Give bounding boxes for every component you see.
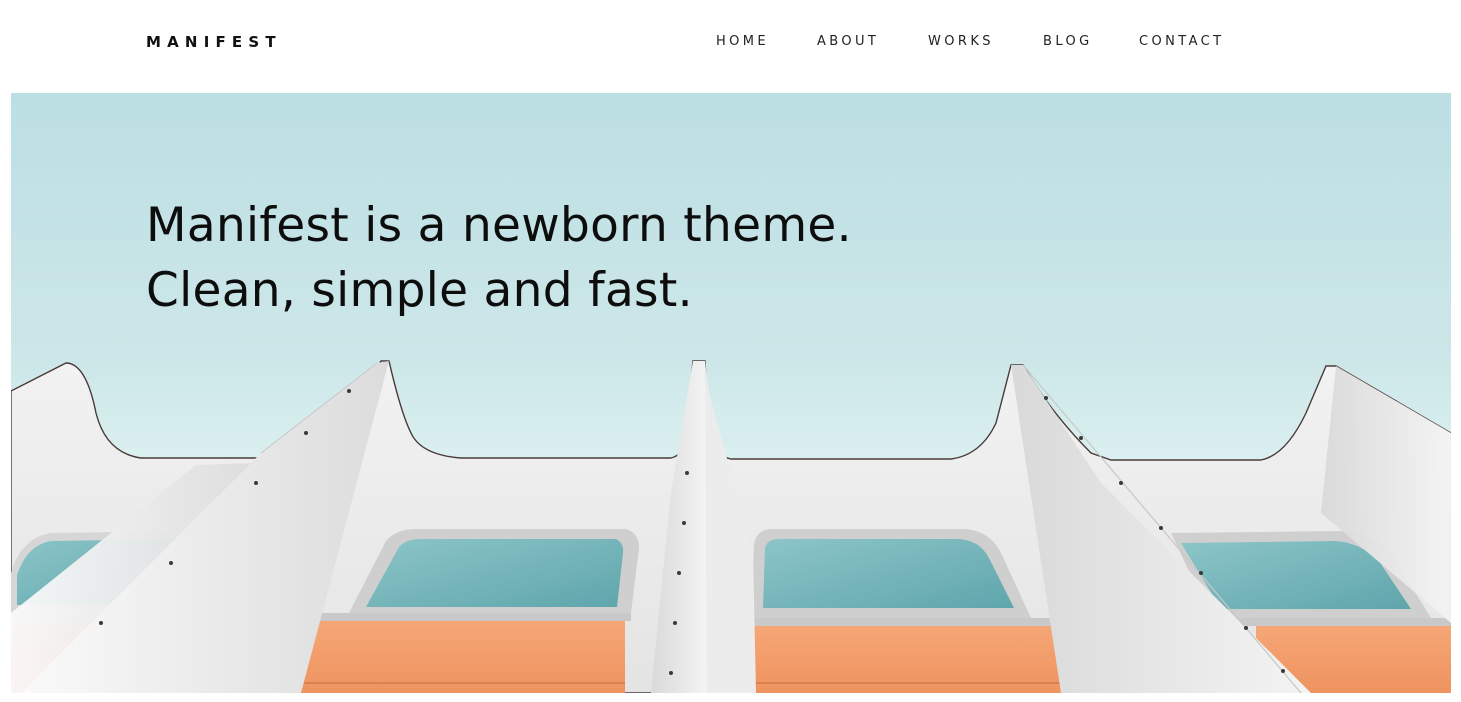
hero-headline-line-1: Manifest is a newborn theme. bbox=[146, 198, 852, 253]
hero-building-image bbox=[11, 360, 1451, 693]
hero-section: Manifest is a newborn theme. Clean, simp… bbox=[11, 93, 1451, 693]
nav-item-blog[interactable]: BLOG bbox=[1043, 34, 1093, 50]
main-nav: HOME ABOUT WORKS BLOG CONTACT bbox=[0, 34, 1461, 52]
hero-headline: Manifest is a newborn theme. Clean, simp… bbox=[146, 193, 852, 323]
hero-headline-line-2: Clean, simple and fast. bbox=[146, 263, 693, 318]
nav-item-home[interactable]: HOME bbox=[716, 34, 769, 50]
nav-item-works[interactable]: WORKS bbox=[928, 34, 994, 50]
nav-item-about[interactable]: ABOUT bbox=[817, 34, 879, 50]
site-header: MANIFEST HOME ABOUT WORKS BLOG CONTACT bbox=[0, 0, 1461, 93]
nav-item-contact[interactable]: CONTACT bbox=[1139, 34, 1224, 50]
